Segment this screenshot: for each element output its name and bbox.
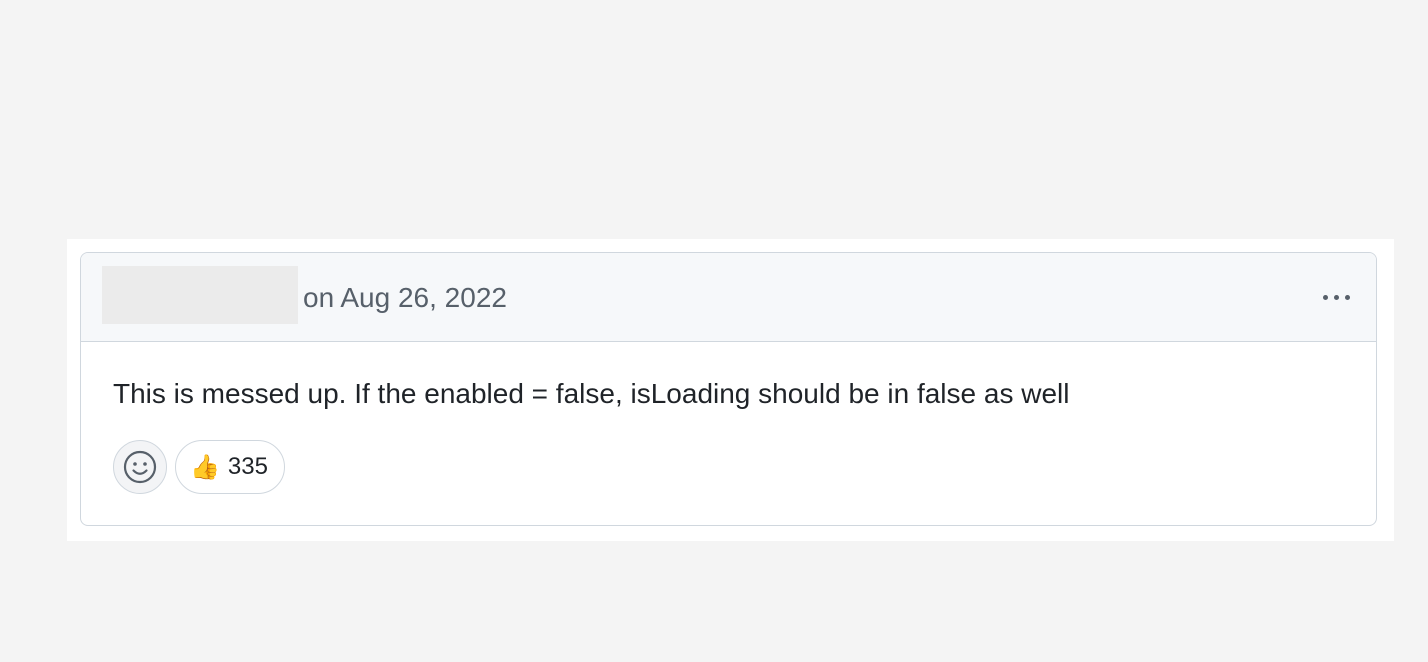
menu-dot (1344, 294, 1350, 300)
redacted-author (102, 266, 298, 324)
thumbs-up-icon: 👍 (190, 453, 220, 481)
comment-timestamp[interactable]: on Aug 26, 2022 (303, 281, 507, 315)
comment-body: This is messed up. If the enabled = fals… (113, 378, 1070, 409)
menu-dot (1333, 294, 1339, 300)
menu-dot (1322, 294, 1328, 300)
reactions-bar: 👍 335 (113, 440, 285, 494)
add-reaction-button[interactable] (113, 440, 167, 494)
kebab-horizontal-icon[interactable] (1316, 277, 1356, 317)
comment-frame: on Aug 26, 2022 This is messed up. If th… (67, 239, 1394, 541)
comment-card: on Aug 26, 2022 This is messed up. If th… (80, 252, 1377, 526)
smiley-icon (123, 450, 157, 484)
reaction-count: 335 (227, 453, 268, 480)
comment-header: on Aug 26, 2022 (81, 253, 1376, 342)
thumbs-up-reaction-button[interactable]: 👍 335 (175, 440, 285, 494)
